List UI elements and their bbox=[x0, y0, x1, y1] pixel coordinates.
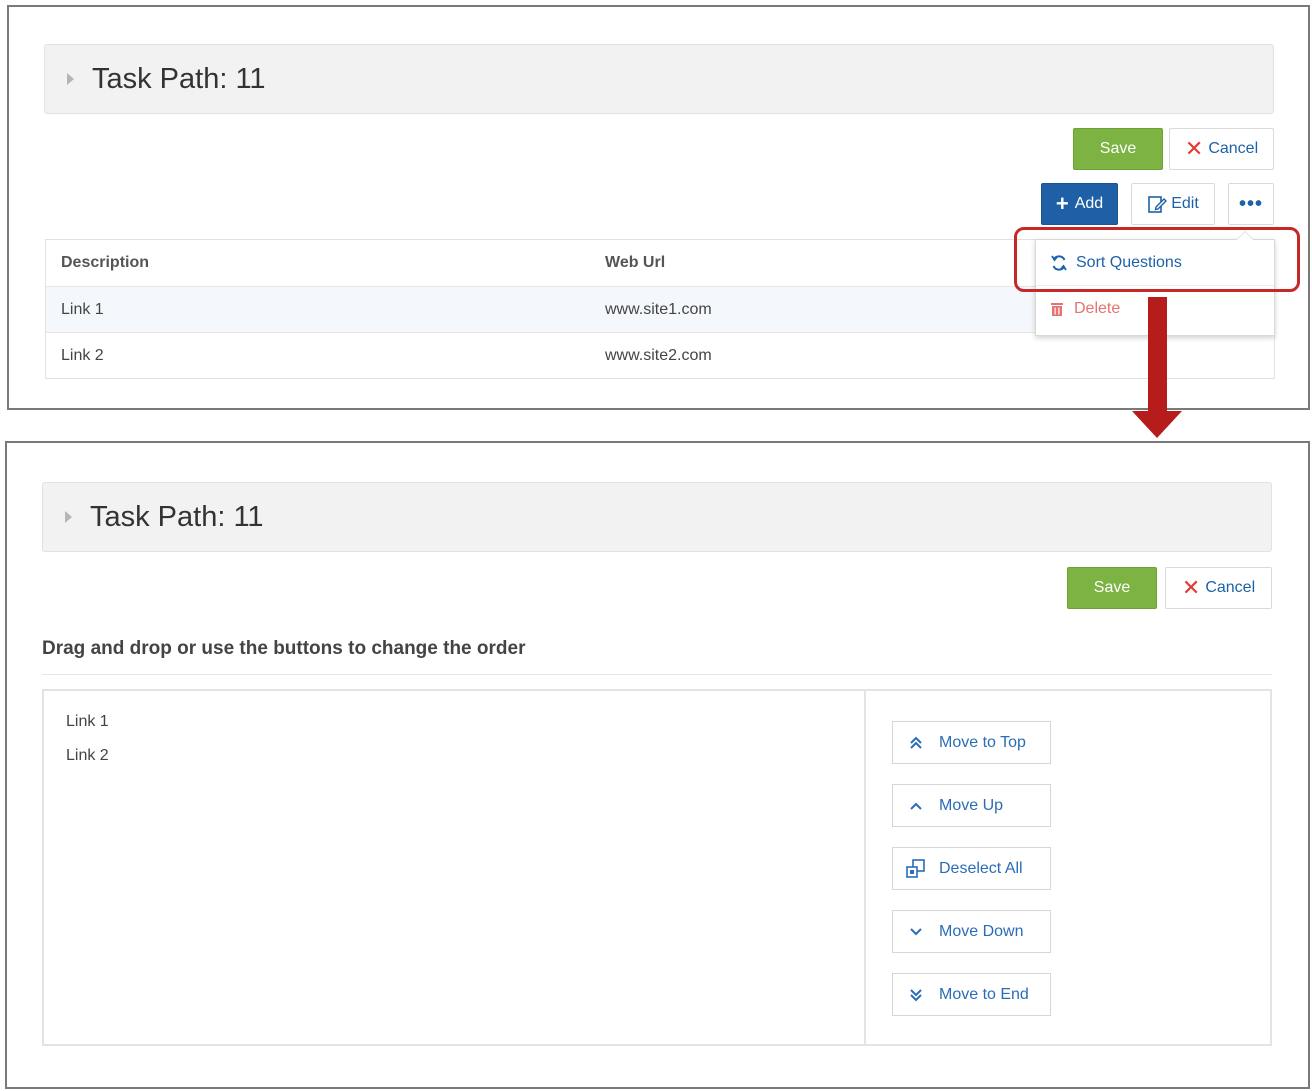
arrow-head-icon bbox=[1132, 411, 1182, 438]
move-to-end-label: Move to End bbox=[939, 985, 1029, 1003]
cancel-label: Cancel bbox=[1208, 140, 1259, 157]
cell-web-url: www.site2.com bbox=[605, 346, 712, 364]
close-icon: ✕ bbox=[1184, 136, 1204, 161]
expand-caret-icon[interactable] bbox=[67, 73, 74, 85]
edit-button[interactable]: Edit bbox=[1131, 183, 1215, 225]
expand-caret-icon[interactable] bbox=[65, 511, 72, 523]
sortable-list[interactable]: Link 1 Link 2 bbox=[44, 691, 866, 1044]
add-button[interactable]: + Add bbox=[1041, 183, 1118, 225]
table-row[interactable]: Link 2 www.site2.com bbox=[46, 332, 1274, 378]
task-path-panel-top: Task Path: 11 Save ✕ Cancel + Add Edit •… bbox=[7, 5, 1310, 410]
move-up-label: Move Up bbox=[939, 796, 1004, 814]
task-path-panel-bottom: Task Path: 11 Save ✕ Cancel Drag and dro… bbox=[5, 441, 1310, 1089]
transition-arrow-icon bbox=[1148, 297, 1167, 412]
cancel-label: Cancel bbox=[1205, 579, 1256, 596]
deselect-icon bbox=[893, 858, 939, 879]
move-to-top-button[interactable]: Move to Top bbox=[892, 721, 1051, 764]
menu-item-delete-label: Delete bbox=[1074, 300, 1121, 317]
move-to-end-button[interactable]: Move to End bbox=[892, 973, 1051, 1016]
cell-description: Link 2 bbox=[61, 346, 104, 364]
move-down-button[interactable]: Move Down bbox=[892, 910, 1051, 953]
list-item[interactable]: Link 1 bbox=[66, 713, 864, 747]
save-button[interactable]: Save bbox=[1073, 128, 1163, 170]
page-title: Task Path: 11 bbox=[90, 500, 264, 533]
add-label: Add bbox=[1074, 195, 1104, 212]
save-button[interactable]: Save bbox=[1067, 567, 1157, 609]
cancel-button[interactable]: ✕ Cancel bbox=[1169, 128, 1274, 170]
cell-description: Link 1 bbox=[61, 300, 104, 318]
trash-icon bbox=[1050, 301, 1064, 317]
sort-questions-highlight bbox=[1014, 227, 1300, 292]
more-options-button[interactable]: ••• bbox=[1228, 183, 1274, 225]
double-chevron-up-icon bbox=[893, 736, 939, 750]
double-chevron-down-icon bbox=[893, 988, 939, 1002]
cancel-button[interactable]: ✕ Cancel bbox=[1165, 567, 1272, 609]
edit-label: Edit bbox=[1171, 195, 1199, 212]
close-icon: ✕ bbox=[1181, 575, 1201, 600]
task-path-header[interactable]: Task Path: 11 bbox=[44, 44, 1274, 114]
more-options-icon: ••• bbox=[1238, 193, 1263, 215]
sort-actions: Move to Top Move Up Deselect All Move Do… bbox=[866, 691, 1270, 1044]
chevron-down-icon bbox=[893, 925, 939, 939]
list-item[interactable]: Link 2 bbox=[66, 747, 864, 781]
plus-icon: + bbox=[1055, 191, 1069, 216]
column-header-description[interactable]: Description bbox=[46, 254, 590, 272]
edit-icon bbox=[1147, 194, 1168, 214]
divider bbox=[42, 674, 1272, 675]
sort-instruction: Drag and drop or use the buttons to chan… bbox=[42, 638, 526, 659]
deselect-all-button[interactable]: Deselect All bbox=[892, 847, 1051, 890]
deselect-all-label: Deselect All bbox=[939, 859, 1023, 877]
sort-container: Link 1 Link 2 Move to Top Move Up Desele… bbox=[42, 689, 1272, 1046]
move-up-button[interactable]: Move Up bbox=[892, 784, 1051, 827]
move-to-top-label: Move to Top bbox=[939, 733, 1026, 751]
chevron-up-icon bbox=[893, 799, 939, 813]
page-title: Task Path: 11 bbox=[92, 62, 266, 95]
task-path-header[interactable]: Task Path: 11 bbox=[42, 482, 1272, 552]
move-down-label: Move Down bbox=[939, 922, 1024, 940]
